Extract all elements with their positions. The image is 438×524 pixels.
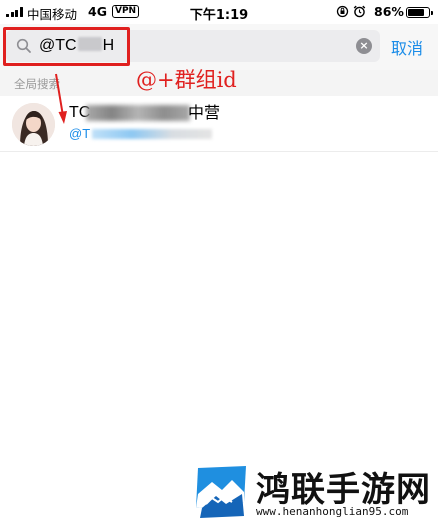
search-input[interactable]: @TC H × <box>6 30 380 62</box>
annotation-label: @+群组id <box>136 68 237 92</box>
redacted-id <box>92 129 212 139</box>
search-value-prefix: @TC <box>39 37 77 54</box>
list-item[interactable]: TC 中营 @T <box>0 96 438 152</box>
clear-icon[interactable]: × <box>356 38 372 54</box>
redacted-name <box>86 105 190 121</box>
avatar-image <box>12 103 55 146</box>
status-time: 下午1:19 <box>189 8 249 23</box>
battery-icon <box>406 7 433 18</box>
battery-level <box>408 9 425 16</box>
result-name-suffix: 中营 <box>188 103 221 122</box>
search-value: @TC H <box>39 35 114 57</box>
logo-icon <box>196 466 246 518</box>
section-label: 全局搜索 <box>14 77 60 91</box>
search-value-suffix: H <box>102 37 115 54</box>
result-id: @T <box>69 126 91 141</box>
search-icon <box>16 38 31 53</box>
alarm-icon <box>353 5 366 18</box>
cancel-button[interactable]: 取消 <box>391 35 423 59</box>
watermark: 鸿联手游网 www.henanhonglian95.com <box>186 460 438 524</box>
redacted-text <box>77 37 102 51</box>
status-icons <box>336 5 366 18</box>
orientation-lock-icon <box>336 5 349 18</box>
watermark-url: www.henanhonglian95.com <box>256 505 409 518</box>
status-bar: 中国移动 4G VPN 下午1:19 86% <box>0 0 438 24</box>
battery-percent: 86% <box>374 4 404 19</box>
watermark-title: 鸿联手游网 <box>256 470 431 510</box>
avatar <box>12 103 55 146</box>
